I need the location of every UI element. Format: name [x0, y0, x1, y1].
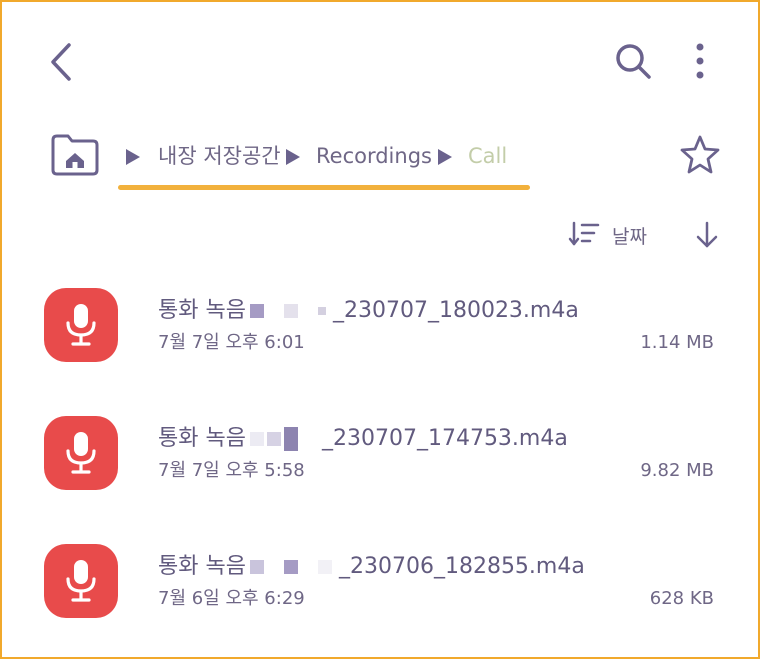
- breadcrumb: 내장 저장공간 Recordings Call: [2, 124, 758, 196]
- more-vertical-icon: [696, 43, 704, 79]
- file-name-prefix: 통화 녹음: [158, 298, 246, 323]
- microphone-icon: [66, 432, 96, 474]
- list-item[interactable]: 통화 녹음 _230706_182855.m4a 7월 6일 오후 6:29 6…: [2, 528, 758, 656]
- file-list: 통화 녹음 _230707_180023.m4a 7월 7일 오후 6:01 1…: [2, 272, 758, 656]
- breadcrumb-separator-icon: [126, 149, 140, 165]
- file-name: 통화 녹음 _230707_180023.m4a: [158, 296, 579, 326]
- file-name-prefix: 통화 녹음: [158, 426, 246, 451]
- list-item[interactable]: 통화 녹음 _230707_180023.m4a 7월 7일 오후 6:01 1…: [2, 272, 758, 400]
- file-name-prefix: 통화 녹음: [158, 554, 246, 579]
- recording-file-thumbnail: [44, 416, 118, 490]
- sort-bar: 날짜: [2, 212, 758, 256]
- more-options-button[interactable]: [680, 36, 720, 86]
- microphone-icon: [66, 560, 96, 602]
- recording-file-thumbnail: [44, 544, 118, 618]
- file-name: 통화 녹음 _230706_182855.m4a: [158, 552, 585, 582]
- search-button[interactable]: [608, 36, 658, 86]
- sort-label[interactable]: 날짜: [612, 222, 647, 249]
- file-name-suffix: _230707_180023.m4a: [332, 298, 579, 323]
- home-folder-icon: [51, 134, 99, 176]
- sort-direction-button[interactable]: [692, 220, 722, 250]
- breadcrumb-separator-icon: [438, 149, 452, 165]
- sort-icon: [568, 221, 600, 246]
- star-icon: [680, 135, 720, 174]
- app-frame: 내장 저장공간 Recordings Call 날짜 통화 녹음 _230707…: [0, 0, 760, 659]
- breadcrumb-separator-icon: [286, 149, 300, 165]
- breadcrumb-item-recordings[interactable]: Recordings: [316, 142, 432, 170]
- breadcrumb-item-internal-storage[interactable]: 내장 저장공간: [158, 142, 281, 170]
- redacted-contact: [249, 296, 329, 326]
- redacted-contact: [249, 552, 335, 582]
- breadcrumb-item-call[interactable]: Call: [468, 142, 507, 170]
- file-date: 7월 6일 오후 6:29: [158, 588, 305, 609]
- favorite-button[interactable]: [678, 132, 722, 176]
- recording-file-thumbnail: [44, 288, 118, 362]
- back-arrow-icon: [51, 43, 71, 81]
- arrow-down-icon: [696, 221, 718, 248]
- top-app-bar: [2, 2, 758, 112]
- file-date: 7월 7일 오후 5:58: [158, 460, 305, 481]
- file-name: 통화 녹음 _230707_174753.m4a: [158, 424, 568, 454]
- file-date: 7월 7일 오후 6:01: [158, 332, 305, 353]
- redacted-contact: [249, 424, 318, 454]
- file-size: 9.82 MB: [640, 460, 714, 481]
- file-size: 628 KB: [649, 588, 714, 609]
- microphone-icon: [66, 304, 96, 346]
- file-size: 1.14 MB: [640, 332, 714, 353]
- back-button[interactable]: [38, 38, 86, 86]
- file-name-suffix: _230706_182855.m4a: [338, 554, 585, 579]
- search-icon: [616, 44, 651, 79]
- list-item[interactable]: 통화 녹음 _230707_174753.m4a 7월 7일 오후 5:58 9…: [2, 400, 758, 528]
- home-folder-button[interactable]: [50, 132, 100, 176]
- sort-button[interactable]: [568, 220, 602, 248]
- file-name-suffix: _230707_174753.m4a: [321, 426, 568, 451]
- breadcrumb-highlight: [118, 185, 530, 190]
